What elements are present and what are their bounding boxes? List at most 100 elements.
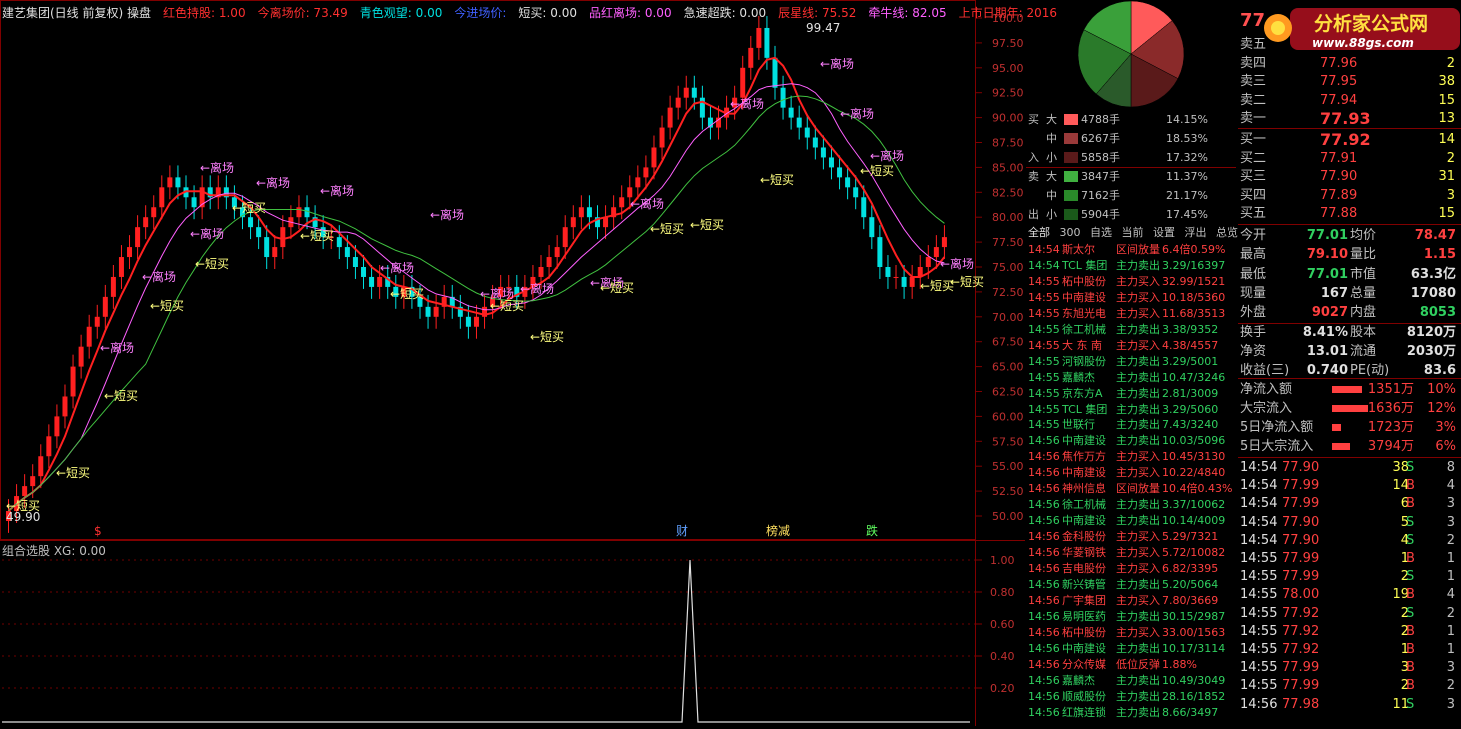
ticker-action: 主力买入: [1116, 466, 1160, 480]
ask-volume: 13: [1438, 111, 1455, 126]
ask-row[interactable]: 卖三 77.95 38: [1238, 73, 1461, 91]
sell-side-label-2: 出: [1028, 208, 1039, 221]
radar-ticker-list[interactable]: 14:54 斯太尔 区间放量 6.4倍0.59% 14:54 TCL 集团 主力卖出 3.29…: [1026, 242, 1238, 726]
ticker-row[interactable]: 14:56 徐工机械 主力卖出 3.37/10062: [1028, 497, 1238, 513]
ticker-row[interactable]: 14:56 顺威股份 主力卖出 28.16/1852: [1028, 689, 1238, 705]
ticker-name: 河钢股份: [1062, 354, 1106, 368]
sub-title: 组合选股 XG: 0.00: [2, 544, 106, 558]
ticker-row[interactable]: 14:55 河钢股份 主力卖出 3.29/5001: [1028, 354, 1238, 370]
trade-count: 8: [1446, 460, 1455, 475]
ticker-row[interactable]: 14:56 吉电股份 主力买入 6.82/3395: [1028, 561, 1238, 577]
ticker-row[interactable]: 14:56 中南建设 主力卖出 10.14/4009: [1028, 513, 1238, 529]
ticker-row[interactable]: 14:56 中南建设 主力买入 10.22/4840: [1028, 465, 1238, 481]
ticker-row[interactable]: 14:56 神州信息 区间放量 10.4倍0.43%: [1028, 481, 1238, 497]
stat-label: 现量: [1240, 285, 1267, 301]
stat-right: 量比 1.15: [1350, 245, 1456, 265]
ticker-row[interactable]: 14:55 东旭光电 主力买入 11.68/3513: [1028, 306, 1238, 322]
stat-left: 最低 77.01: [1240, 265, 1348, 285]
ticker-time: 14:55: [1028, 290, 1060, 304]
ticker-row[interactable]: 14:55 世联行 主力卖出 7.43/3240: [1028, 417, 1238, 433]
ticker-value: 5.29/7321: [1162, 530, 1219, 544]
ticker-row[interactable]: 14:56 柘中股份 主力买入 33.00/1563: [1028, 625, 1238, 641]
ticker-row[interactable]: 14:55 徐工机械 主力卖出 3.38/9352: [1028, 322, 1238, 338]
ticker-row[interactable]: 14:55 中南建设 主力买入 10.18/5360: [1028, 290, 1238, 306]
bid-row[interactable]: 买五 77.88 15: [1238, 205, 1461, 223]
site-logo: 分析家公式网 www.88gs.com: [1254, 2, 1461, 54]
ticker-name: 中南建设: [1062, 514, 1106, 528]
ticker-row[interactable]: 14:55 柘中股份 主力买入 32.99/1521: [1028, 274, 1238, 290]
ticker-row[interactable]: 14:54 斯太尔 区间放量 6.4倍0.59%: [1028, 242, 1238, 258]
bid-row[interactable]: 买一 77.92 14: [1238, 131, 1461, 149]
ask-row[interactable]: 卖四 77.96 2: [1238, 55, 1461, 73]
ticker-row[interactable]: 14:56 中南建设 主力卖出 10.03/5096: [1028, 433, 1238, 449]
ticker-row[interactable]: 14:56 易明医药 主力卖出 30.15/2987: [1028, 609, 1238, 625]
exit-marker-7: ←离场: [630, 196, 664, 211]
ticker-row[interactable]: 14:56 金科股份 主力买入 5.29/7321: [1028, 529, 1238, 545]
exit-marker-13: ←离场: [380, 260, 414, 275]
exit-marker-1: ←离场: [142, 269, 176, 284]
ticker-row[interactable]: 14:55 大 东 南主力买入 4.38/4557: [1028, 338, 1238, 354]
logo-title: 分析家公式网: [1314, 12, 1428, 35]
ticker-row[interactable]: 14:56 中南建设 主力卖出 10.17/3114: [1028, 641, 1238, 657]
ticker-row[interactable]: 14:55 TCL 集团 主力卖出 3.29/5060: [1028, 402, 1238, 418]
trade-time: 14:54: [1240, 460, 1278, 475]
ticker-row[interactable]: 14:55 嘉麟杰 主力卖出 10.47/3246: [1028, 370, 1238, 386]
tab-current[interactable]: 当前: [1122, 226, 1144, 239]
ticker-row[interactable]: 14:56 新兴铸管 主力卖出 5.20/5064: [1028, 577, 1238, 593]
indicator-6: 急速超跌: 0.00: [683, 6, 767, 20]
tab-all[interactable]: 全部: [1028, 226, 1050, 239]
trade-row: 14:55 77.99 1 B 1: [1238, 550, 1461, 568]
ticker-value: 3.29/5060: [1162, 402, 1219, 416]
stat-right: 内盘 8053: [1350, 303, 1456, 323]
kline-svg[interactable]: 100.097.5095.0092.5090.0087.5085.0082.50…: [0, 0, 1025, 540]
indicator-3: 今进场价:: [454, 6, 507, 20]
ticker-row[interactable]: 14:54 TCL 集团 主力卖出 3.29/16397: [1028, 258, 1238, 274]
ticker-row[interactable]: 14:56 广宇集团 主力买入 7.80/3669: [1028, 593, 1238, 609]
sub-chart[interactable]: 1.00 0.80 0.60 0.40 0.20: [0, 540, 1025, 726]
ticker-row[interactable]: 14:56 红旗连锁 主力卖出 8.66/3497: [1028, 705, 1238, 721]
stat-label: 总量: [1350, 285, 1377, 301]
ticker-time: 14:55: [1028, 370, 1060, 384]
ticker-time: 14:56: [1028, 673, 1060, 687]
monitor-tabs: 全部 300 自选 当前 设置 浮出 总览: [1026, 224, 1238, 242]
ticker-row[interactable]: 14:56 焦作万方 主力买入 10.45/3130: [1028, 449, 1238, 465]
tab-float[interactable]: 浮出: [1185, 226, 1207, 239]
tab-settings[interactable]: 设置: [1153, 226, 1175, 239]
ask-row[interactable]: 卖一 77.93 13: [1238, 110, 1461, 128]
ticker-value: 8.66/3497: [1162, 705, 1219, 719]
trade-count: 1: [1446, 569, 1455, 585]
ask-row[interactable]: 卖二 77.94 15: [1238, 92, 1461, 110]
exit-marker-5: ←离场: [320, 183, 354, 198]
ticker-row[interactable]: 14:56 分众传媒 低位反弹 1.88%: [1028, 657, 1238, 673]
stat-value: 78.47: [1414, 228, 1456, 243]
flow-level: 中: [1046, 132, 1057, 145]
kline-chart[interactable]: 100.0 97.50 95.00 92.50 90.00 87.50 85.00 82.50…: [0, 0, 1025, 540]
bid-row[interactable]: 买二 77.91 2: [1238, 150, 1461, 168]
bid-row[interactable]: 买四 77.89 3: [1238, 187, 1461, 205]
trade-price: 77.99: [1282, 678, 1320, 694]
ticker-action: 主力买入: [1116, 546, 1160, 560]
price-axis-label: 72.50: [992, 286, 1024, 299]
inflow-percent: 6%: [1435, 439, 1456, 454]
tab-overview[interactable]: 总览: [1216, 226, 1238, 239]
trade-side: B: [1406, 623, 1415, 639]
sub-svg[interactable]: 1.00 0.80 0.60 0.40 0.20: [0, 540, 1025, 726]
logo-url: www.88gs.com: [1312, 36, 1414, 50]
price-axis-label: 80.00: [992, 211, 1024, 224]
ticker-row[interactable]: 14:56 嘉麟杰 主力卖出 10.49/3049: [1028, 673, 1238, 689]
ticker-row[interactable]: 14:55 京东方A 主力卖出 2.81/3009: [1028, 386, 1238, 402]
price-axis-label: 92.50: [992, 87, 1024, 100]
trade-price: 77.98: [1282, 696, 1320, 712]
trade-row: 14:55 77.99 3 B 3: [1238, 659, 1461, 677]
exit-marker-8: ←离场: [730, 96, 764, 111]
bid-row[interactable]: 买三 77.90 31: [1238, 168, 1461, 186]
bid-volume: 3: [1446, 187, 1455, 203]
ticker-row[interactable]: 14:56 华菱钢铁 主力买入 5.72/10082: [1028, 545, 1238, 561]
ticker-time: 14:55: [1028, 354, 1060, 368]
ticker-action: 主力买入: [1116, 625, 1160, 639]
tab-300[interactable]: 300: [1060, 226, 1081, 239]
sub-axis-label: 0.60: [990, 618, 1015, 631]
stat-left: 最高 79.10: [1240, 245, 1348, 265]
tab-watchlist[interactable]: 自选: [1090, 226, 1112, 239]
ticker-value: 7.80/3669: [1162, 593, 1219, 607]
